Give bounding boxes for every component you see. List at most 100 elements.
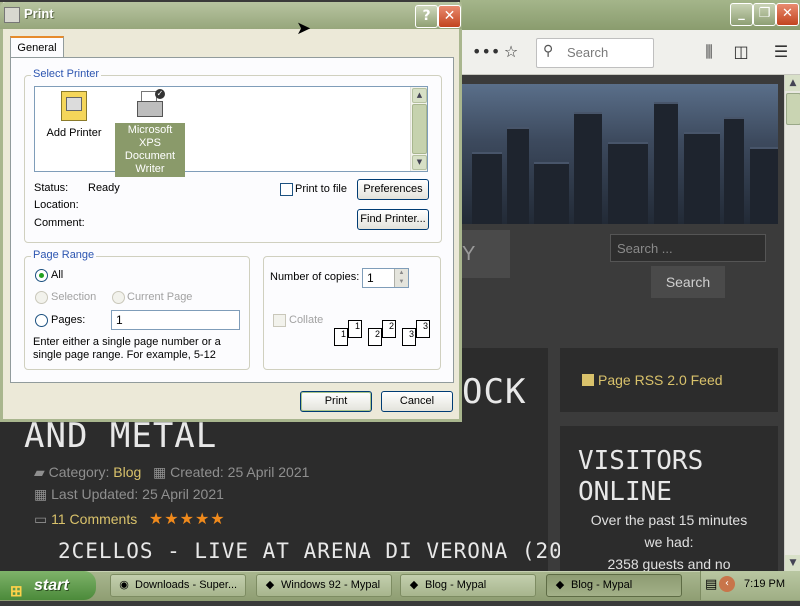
taskbar-item-downloads[interactable]: ◉ Downloads - Super... <box>110 574 246 597</box>
copies-input[interactable]: 1 ▲ ▼ <box>362 268 409 288</box>
windows-logo-icon: ⊞ <box>10 583 23 600</box>
range-current-radio[interactable] <box>112 291 125 304</box>
dialog-title: Print <box>24 6 54 21</box>
browser-icon: ◆ <box>409 579 419 591</box>
calendar-icon: ▦ <box>152 464 171 480</box>
taskbar-item-windows92[interactable]: ◆ Windows 92 - Mypal <box>256 574 392 597</box>
printer-name: Microsoft XPS Document Writer <box>115 123 185 177</box>
rss-widget: Page RSS 2.0 Feed <box>560 348 778 412</box>
hamburger-menu-icon[interactable]: ☰ <box>770 30 792 74</box>
xps-printer-icon: ✓ <box>135 89 165 123</box>
visitors-title-line1: VISITORS <box>578 446 704 476</box>
add-printer-icon <box>61 91 87 121</box>
visitors-line1: Over the past 15 minutes <box>590 512 748 528</box>
range-all-label: All <box>51 269 64 281</box>
library-icon[interactable]: ⫼ <box>698 30 720 74</box>
article-title[interactable]: 2CELLOS - LIVE AT ARENA DI VERONA (2016) <box>58 539 604 563</box>
status-value: Ready <box>88 182 120 194</box>
page-scrollbar[interactable]: ▲ ▼ <box>784 75 800 571</box>
folder-icon: ▰ <box>34 464 49 480</box>
tray-expand-icon[interactable]: ‹ <box>719 576 735 592</box>
nav-menu-item[interactable]: Y <box>462 230 510 278</box>
browser-search-input[interactable]: ⚲ Search <box>536 38 654 68</box>
category-link[interactable]: Blog <box>113 464 141 480</box>
clock: 7:19 PM <box>744 578 785 590</box>
close-icon[interactable]: ✕ <box>438 5 461 28</box>
visitors-line2: we had: <box>644 534 694 550</box>
download-icon: ◉ <box>119 579 129 591</box>
print-dialog-titlebar[interactable]: Print ? ✕ <box>0 2 462 29</box>
article-category: ▰ Category: Blog ▦ Created: 25 April 202… <box>34 464 310 480</box>
printer-item-xps[interactable]: ✓ Microsoft XPS Document Writer <box>115 89 185 177</box>
rss-link[interactable]: Page RSS 2.0 Feed <box>582 372 723 388</box>
taskbar-item-blog[interactable]: ◆ Blog - Mypal <box>400 574 536 597</box>
more-icon[interactable]: ••• <box>472 30 500 74</box>
article-updated: ▦ Last Updated: 25 April 2021 <box>34 486 224 502</box>
scroll-down-icon[interactable]: ▼ <box>412 155 427 170</box>
print-to-file-label: Print to file <box>295 183 347 195</box>
scroll-down-icon[interactable]: ▼ <box>785 555 800 571</box>
copies-label: Number of copies: <box>270 271 360 283</box>
taskbar-item-blog-active[interactable]: ◆ Blog - Mypal <box>546 574 682 597</box>
print-button[interactable]: Print <box>300 391 372 412</box>
collate-checkbox[interactable] <box>273 314 286 327</box>
range-pages-label: Pages: <box>51 314 86 326</box>
location-label: Location: <box>34 199 79 211</box>
range-pages-radio[interactable] <box>35 314 48 327</box>
range-selection-radio[interactable] <box>35 291 48 304</box>
printer-list-scrollbar[interactable]: ▲ ▼ <box>410 87 427 171</box>
printer-list[interactable]: Add Printer ✓ Microsoft XPS Document Wri… <box>34 86 428 177</box>
browser-titlebar: _ ❐ ✕ <box>460 0 800 30</box>
sidebar-icon[interactable]: ◫ <box>730 30 752 74</box>
article-headline-partial: OCK <box>462 372 527 412</box>
browser-icon: ◆ <box>265 579 275 591</box>
search-icon: ⚲ <box>543 43 554 59</box>
site-search-input[interactable]: Search ... <box>610 234 766 262</box>
scroll-thumb[interactable] <box>786 93 800 125</box>
comments-link[interactable]: 11 Comments <box>51 511 137 527</box>
system-tray: ▤ ‹ 7:19 PM <box>700 571 800 600</box>
select-printer-legend: Select Printer <box>31 68 102 80</box>
start-button[interactable]: ⊞ start <box>0 571 96 600</box>
comment-label: Comment: <box>34 217 85 229</box>
printer-name: Add Printer <box>46 127 102 139</box>
keyboard-icon[interactable]: ▤ <box>705 577 717 592</box>
visitors-widget: VISITORS ONLINE Over the past 15 minutes… <box>560 426 778 572</box>
range-current-label: Current Page <box>127 291 193 303</box>
article-comments: ▭ 11 Comments ★★★★★ <box>34 509 226 529</box>
find-printer-button[interactable]: Find Printer... <box>357 209 429 230</box>
browser-icon: ◆ <box>555 579 565 591</box>
site-search-button[interactable]: Search <box>651 266 725 298</box>
comment-icon: ▭ <box>34 511 52 527</box>
minimize-icon[interactable]: _ <box>730 3 753 26</box>
visitors-title-line2: ONLINE <box>578 477 672 507</box>
article-headline: AND METAL <box>24 416 218 456</box>
printer-item-add[interactable]: Add Printer <box>41 91 107 139</box>
collate-label: Collate <box>289 314 324 326</box>
restore-icon[interactable]: ❐ <box>753 3 776 26</box>
mouse-cursor-icon: ➤ <box>296 18 312 39</box>
preferences-button[interactable]: Preferences <box>357 179 429 200</box>
copies-spinner-icon[interactable]: ▲ ▼ <box>394 269 408 287</box>
created-date: Created: 25 April 2021 <box>170 464 310 480</box>
close-icon[interactable]: ✕ <box>776 3 799 26</box>
pages-help-text: Enter either a single page number or a s… <box>33 336 221 361</box>
page-range-legend: Page Range <box>31 249 97 261</box>
browser-toolbar: ••• ☆ ⚲ Search ⫼ ◫ ☰ <box>460 30 800 75</box>
status-label: Status: <box>34 182 69 194</box>
help-icon[interactable]: ? <box>415 5 438 28</box>
rating-stars[interactable]: ★★★★★ <box>149 511 226 528</box>
rss-icon <box>582 374 594 386</box>
scroll-up-icon[interactable]: ▲ <box>412 88 427 103</box>
printer-icon <box>4 7 20 23</box>
pages-input[interactable]: 1 <box>111 310 240 330</box>
search-placeholder: Search <box>567 45 609 60</box>
cancel-button[interactable]: Cancel <box>381 391 453 412</box>
scroll-thumb[interactable] <box>412 104 427 154</box>
print-to-file-checkbox[interactable] <box>280 183 293 196</box>
range-all-radio[interactable] <box>35 269 48 282</box>
calendar-icon: ▦ <box>34 486 52 502</box>
bookmark-star-icon[interactable]: ☆ <box>500 30 522 74</box>
range-selection-label: Selection <box>51 291 97 303</box>
scroll-up-icon[interactable]: ▲ <box>785 75 800 91</box>
